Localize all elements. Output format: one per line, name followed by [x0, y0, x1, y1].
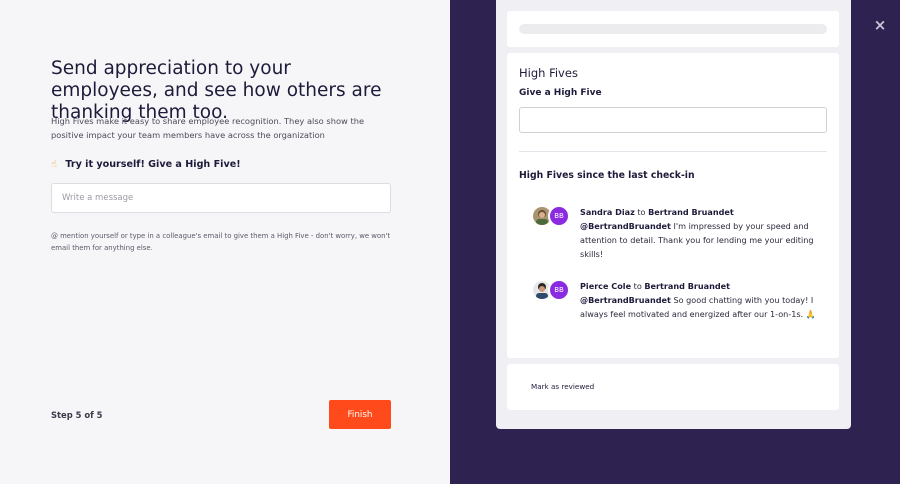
try-it-label: Try it yourself! Give a High Five!	[65, 159, 241, 170]
finish-button[interactable]: Finish	[329, 400, 391, 429]
recipient-name: Bertrand Bruandet	[644, 281, 731, 291]
try-it-heading: ☝ Try it yourself! Give a High Five!	[51, 159, 241, 170]
since-last-checkin-title: High Fives since the last check-in	[519, 170, 695, 181]
avatar-group: BB	[531, 205, 573, 229]
description-text: High Fives make it easy to share employe…	[51, 116, 365, 140]
mention: @BertrandBruandet	[580, 221, 671, 231]
avatar-group: BB	[531, 279, 573, 303]
mention: @BertrandBruandet	[580, 295, 671, 305]
step-indicator: Step 5 of 5	[51, 410, 103, 420]
high-fives-card: High Fives Give a High Five High Fives s…	[507, 53, 839, 358]
to-word: to	[637, 207, 646, 217]
give-high-five-label: Give a High Five	[519, 88, 602, 98]
entry-text: Sandra Diaz to Bertrand Bruandet @Bertra…	[580, 205, 820, 261]
preview-top-card	[507, 11, 839, 47]
sender-name: Pierce Cole	[580, 281, 632, 291]
divider	[519, 151, 827, 152]
card-title: High Fives	[519, 66, 578, 80]
review-card: Mark as reviewed	[507, 364, 839, 410]
pointing-hand-icon: ☝	[51, 159, 57, 170]
recipient-name: Bertrand Bruandet	[648, 207, 734, 217]
to-word: to	[633, 281, 642, 291]
give-high-five-input[interactable]	[519, 107, 827, 133]
preview-right-panel: × High Fives Give a High Five High Fives…	[450, 0, 900, 484]
message-input[interactable]	[51, 183, 391, 213]
high-fives-preview: High Fives Give a High Five High Fives s…	[496, 0, 851, 429]
mark-as-reviewed-button[interactable]: Mark as reviewed	[531, 382, 594, 391]
mention-hint: @ mention yourself or type in a colleagu…	[51, 232, 391, 252]
close-icon[interactable]: ×	[873, 18, 887, 33]
loading-placeholder-bar	[519, 24, 827, 34]
recipient-avatar-badge: BB	[548, 279, 570, 301]
sender-name: Sandra Diaz	[580, 207, 635, 217]
onboarding-left-panel: Send appreciation to your employees, and…	[0, 0, 450, 484]
recipient-avatar-badge: BB	[548, 205, 570, 227]
entry-text: Pierce Cole to Bertrand Bruandet @Bertra…	[580, 279, 820, 321]
